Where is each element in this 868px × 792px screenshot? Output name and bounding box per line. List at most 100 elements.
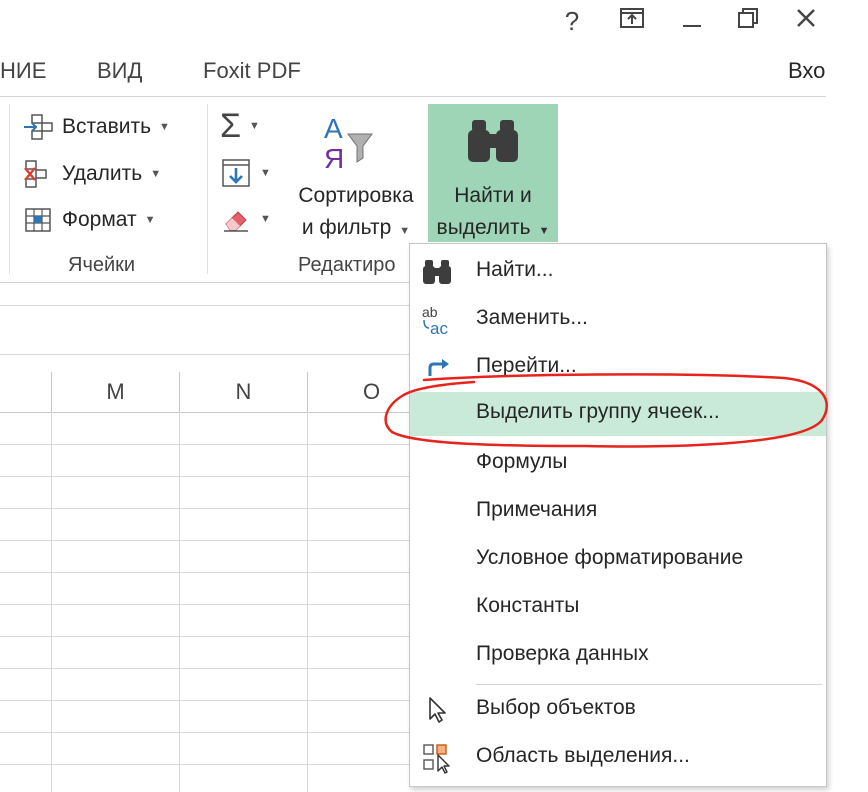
close-button[interactable] bbox=[786, 4, 826, 38]
formula-bar-bottom-border bbox=[0, 354, 410, 355]
menu-separator bbox=[476, 684, 822, 685]
chevron-down-icon: ▼ bbox=[159, 121, 170, 133]
menu-item-conditional-formatting[interactable]: Условное форматирование bbox=[410, 538, 826, 582]
menu-item-label: Найти... bbox=[476, 258, 554, 281]
insert-cells-icon bbox=[24, 114, 53, 140]
sort-filter-label-1: Сортировка bbox=[298, 184, 414, 207]
ribbon-display-icon bbox=[620, 8, 644, 28]
sort-filter-icon: A Я bbox=[324, 113, 373, 174]
restore-icon bbox=[738, 8, 758, 28]
minimize-icon bbox=[683, 25, 701, 27]
chevron-down-icon: ▼ bbox=[144, 214, 156, 226]
eraser-icon bbox=[224, 211, 248, 232]
insert-cells-label: Вставить bbox=[62, 115, 152, 138]
grid-line bbox=[307, 412, 308, 792]
sort-filter-label-2: и фильтр bbox=[301, 216, 392, 239]
format-cells-button[interactable]: Формат ▼ bbox=[22, 205, 156, 235]
group-separator bbox=[9, 104, 10, 274]
menu-item-label: Выбор объектов bbox=[476, 696, 636, 719]
tab-view[interactable]: ВИД bbox=[97, 58, 142, 84]
menu-item-comments[interactable]: Примечания bbox=[410, 490, 826, 534]
menu-item-formulas[interactable]: Формулы bbox=[410, 442, 826, 486]
chevron-down-icon: ▼ bbox=[260, 167, 271, 179]
grid-line bbox=[0, 508, 410, 509]
menu-item-data-validation[interactable]: Проверка данных bbox=[410, 634, 826, 678]
clear-button[interactable]: ▼ bbox=[220, 204, 271, 234]
restore-button[interactable] bbox=[728, 4, 768, 38]
svg-text:A: A bbox=[324, 113, 343, 144]
menu-item-goto-special[interactable]: Выделить группу ячеек... bbox=[410, 392, 826, 436]
goto-arrow-icon bbox=[420, 352, 454, 384]
fill-button[interactable]: ▼ bbox=[220, 157, 271, 189]
find-select-menu: Найти... ab ac Заменить... Перейти... Вы… bbox=[409, 243, 827, 787]
grid-line bbox=[0, 476, 410, 477]
sort-filter-label-2-row: и фильтр ▼ bbox=[288, 212, 424, 247]
tab-foxit-pdf[interactable]: Foxit PDF bbox=[203, 58, 301, 84]
find-select-label-2-row: выделить ▼ bbox=[428, 212, 558, 247]
binoculars-icon bbox=[468, 120, 518, 162]
selection-pane-icon bbox=[420, 742, 454, 774]
menu-item-label: Выделить группу ячеек... bbox=[476, 400, 720, 423]
autosum-button[interactable]: Σ ▼ bbox=[220, 109, 260, 143]
menu-item-select-objects[interactable]: Выбор объектов bbox=[410, 688, 826, 732]
delete-cells-icon bbox=[24, 160, 47, 188]
menu-item-find[interactable]: Найти... bbox=[410, 250, 826, 294]
grid-line bbox=[0, 700, 410, 701]
svg-text:Я: Я bbox=[324, 143, 344, 174]
menu-item-label: Примечания bbox=[476, 498, 598, 521]
column-header-n[interactable]: N bbox=[180, 372, 307, 412]
format-cells-icon bbox=[25, 208, 51, 232]
find-select-label-1: Найти и bbox=[454, 184, 532, 207]
ribbon-bottom-border bbox=[0, 282, 410, 283]
delete-cells-label: Удалить bbox=[62, 162, 143, 185]
column-header-m[interactable]: M bbox=[52, 372, 179, 412]
grid-line bbox=[0, 764, 410, 765]
group-separator bbox=[207, 104, 208, 274]
signin-link[interactable]: Вхо bbox=[788, 58, 825, 84]
svg-text:ab: ab bbox=[422, 304, 438, 320]
sigma-icon: Σ bbox=[220, 107, 242, 145]
chevron-down-icon: ▼ bbox=[260, 213, 271, 225]
cursor-icon bbox=[420, 694, 454, 726]
formula-bar-top-border bbox=[0, 305, 410, 306]
insert-cells-button[interactable]: Вставить ▼ bbox=[22, 113, 170, 141]
replace-icon: ab ac bbox=[420, 304, 454, 336]
menu-item-label: Проверка данных bbox=[476, 642, 649, 665]
minimize-button[interactable] bbox=[672, 4, 712, 38]
menu-item-label: Область выделения... bbox=[476, 744, 690, 767]
menu-item-goto[interactable]: Перейти... bbox=[410, 346, 826, 390]
help-button[interactable]: ? bbox=[552, 4, 592, 38]
grid-line bbox=[51, 412, 52, 792]
grid-line bbox=[0, 668, 410, 669]
menu-item-label: Условное форматирование bbox=[476, 546, 744, 569]
menu-item-label: Перейти... bbox=[476, 354, 577, 377]
close-icon bbox=[797, 9, 815, 27]
menu-item-label: Константы bbox=[476, 594, 580, 617]
fill-down-icon bbox=[222, 159, 250, 187]
find-select-label-2: выделить bbox=[436, 216, 531, 239]
tab-review[interactable]: НИЕ bbox=[0, 58, 46, 84]
svg-text:ac: ac bbox=[430, 319, 448, 336]
chevron-down-icon: ▼ bbox=[538, 225, 550, 237]
grid-line bbox=[0, 444, 410, 445]
sort-filter-button[interactable]: A Я Сортировка и фильтр ▼ bbox=[288, 104, 424, 244]
chevron-down-icon: ▼ bbox=[150, 168, 162, 180]
menu-item-label: Формулы bbox=[476, 450, 568, 473]
grid-line bbox=[179, 412, 180, 792]
menu-item-constants[interactable]: Константы bbox=[410, 586, 826, 630]
grid-line bbox=[0, 604, 410, 605]
delete-cells-button[interactable]: Удалить ▼ bbox=[22, 159, 161, 189]
grid-line bbox=[0, 572, 410, 573]
editing-group-label: Редактиро bbox=[298, 254, 396, 276]
ribbon-top-border bbox=[0, 96, 826, 97]
grid-line bbox=[0, 540, 410, 541]
chevron-down-icon: ▼ bbox=[249, 120, 260, 132]
menu-item-replace[interactable]: ab ac Заменить... bbox=[410, 298, 826, 342]
grid-line bbox=[0, 732, 410, 733]
find-select-button[interactable]: Найти и выделить ▼ bbox=[428, 104, 558, 242]
format-cells-label: Формат bbox=[62, 208, 137, 231]
grid-line bbox=[0, 636, 410, 637]
ribbon-display-button[interactable] bbox=[612, 4, 652, 38]
menu-item-selection-pane[interactable]: Область выделения... bbox=[410, 736, 826, 780]
chevron-down-icon: ▼ bbox=[399, 225, 411, 237]
